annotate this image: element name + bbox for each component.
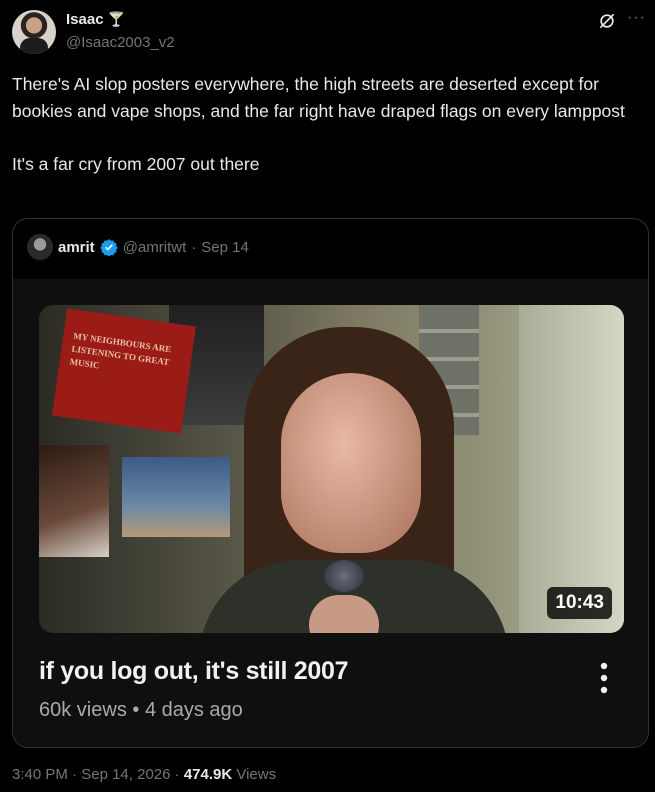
kebab-menu-icon[interactable] [596,661,612,695]
quoted-separator: · [191,238,197,256]
views-label: Views [236,766,277,783]
author-handle[interactable]: @Isaac2003_v2 [66,34,175,51]
quoted-date[interactable]: Sep 14 [201,239,249,256]
footer-separator: · [72,766,78,783]
more-icon[interactable]: ··· [627,9,646,27]
post-time[interactable]: 3:40 PM [12,766,68,783]
author-avatar[interactable] [12,10,56,54]
wall-poster [122,457,230,537]
tweet-footer: 3:40 PM · Sep 14, 2026 · 474.9K Views [12,766,276,783]
wall-poster [39,445,109,557]
video-meta: 60k views • 4 days ago [39,699,243,722]
quoted-tweet[interactable]: amrit @amritwt · Sep 14 MY NEIGHBOURS AR… [12,218,649,748]
video-duration: 10:43 [547,587,612,619]
quoted-avatar[interactable] [27,234,53,260]
door [519,305,624,633]
verified-icon [99,239,118,256]
author-name[interactable]: Isaac 🍸 [66,11,125,28]
views-count: 474.9K [183,766,233,783]
grok-icon[interactable] [597,11,617,31]
video-views: 60k views [39,699,127,721]
person-face [281,373,421,553]
author-display-name[interactable]: Isaac [66,11,104,28]
meta-separator: • [132,699,140,721]
quoted-display-name[interactable]: amrit [58,239,95,256]
youtube-card[interactable]: MY NEIGHBOURS ARE LISTENING TO GREAT MUS… [13,279,648,747]
footer-separator: · [174,766,180,783]
microphone [324,560,364,592]
video-age: 4 days ago [144,699,243,721]
quoted-handle[interactable]: @amritwt [123,239,187,256]
neighbours-poster: MY NEIGHBOURS ARE LISTENING TO GREAT MUS… [52,308,196,434]
video-title[interactable]: if you log out, it's still 2007 [39,657,349,686]
video-thumbnail[interactable]: MY NEIGHBOURS ARE LISTENING TO GREAT MUS… [39,305,624,633]
post-date[interactable]: Sep 14, 2026 [81,766,170,783]
quoted-header: amrit @amritwt · Sep 14 [27,234,249,260]
tweet-text: There's AI slop posters everywhere, the … [12,74,625,174]
cocktail-emoji: 🍸 [107,11,125,27]
